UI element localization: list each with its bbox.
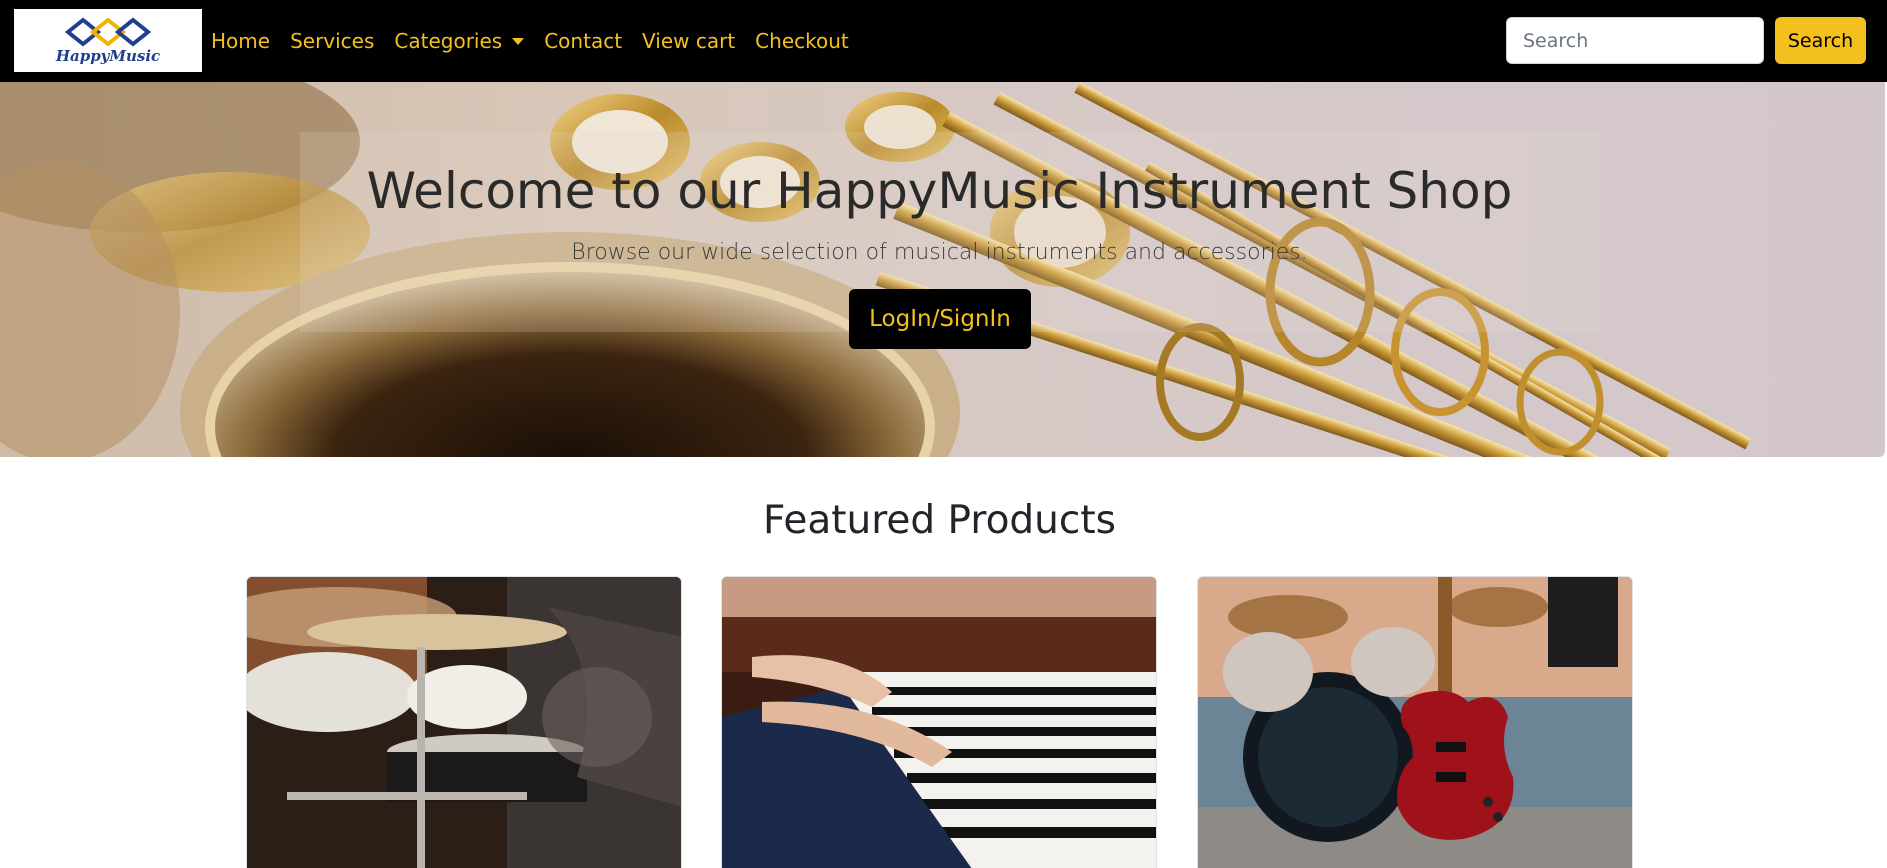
guitar-and-drums-image	[1198, 577, 1632, 868]
saxophone-background-image	[0, 82, 1757, 457]
logo-text: HappyMusic	[55, 47, 161, 65]
caret-down-icon	[512, 37, 525, 45]
nav-link-categories-label: Categories	[394, 29, 503, 53]
nav-link-checkout[interactable]: Checkout	[755, 29, 849, 53]
hero-title: Welcome to our HappyMusic Instrument Sho…	[366, 162, 1513, 220]
nav-link-contact[interactable]: Contact	[544, 29, 622, 53]
top-navbar: HappyMusic Home Services Categories Cont…	[0, 0, 1887, 82]
brand-logo[interactable]: HappyMusic	[14, 9, 202, 72]
hero-banner: Welcome to our HappyMusic Instrument Sho…	[0, 82, 1885, 457]
piano-image	[722, 577, 1156, 868]
nav-links: Home Services Categories Contact View ca…	[211, 0, 869, 82]
drum-kit-image	[247, 577, 681, 868]
featured-products-heading: Featured Products	[763, 498, 1116, 543]
login-signin-button[interactable]: LogIn/SignIn	[849, 289, 1031, 349]
search-input[interactable]	[1506, 17, 1764, 64]
nav-link-view-cart[interactable]: View cart	[642, 29, 735, 53]
nav-link-home[interactable]: Home	[211, 29, 270, 53]
nav-link-categories[interactable]: Categories	[394, 29, 525, 53]
search-button[interactable]: Search	[1775, 17, 1866, 64]
hero-subtitle: Browse our wide selection of musical ins…	[571, 240, 1308, 265]
nav-link-services[interactable]: Services	[290, 29, 374, 53]
product-card-drums[interactable]	[246, 576, 682, 868]
logo-diamond-icon	[64, 17, 152, 47]
product-card-guitar[interactable]	[1197, 576, 1633, 868]
product-card-piano[interactable]	[721, 576, 1157, 868]
